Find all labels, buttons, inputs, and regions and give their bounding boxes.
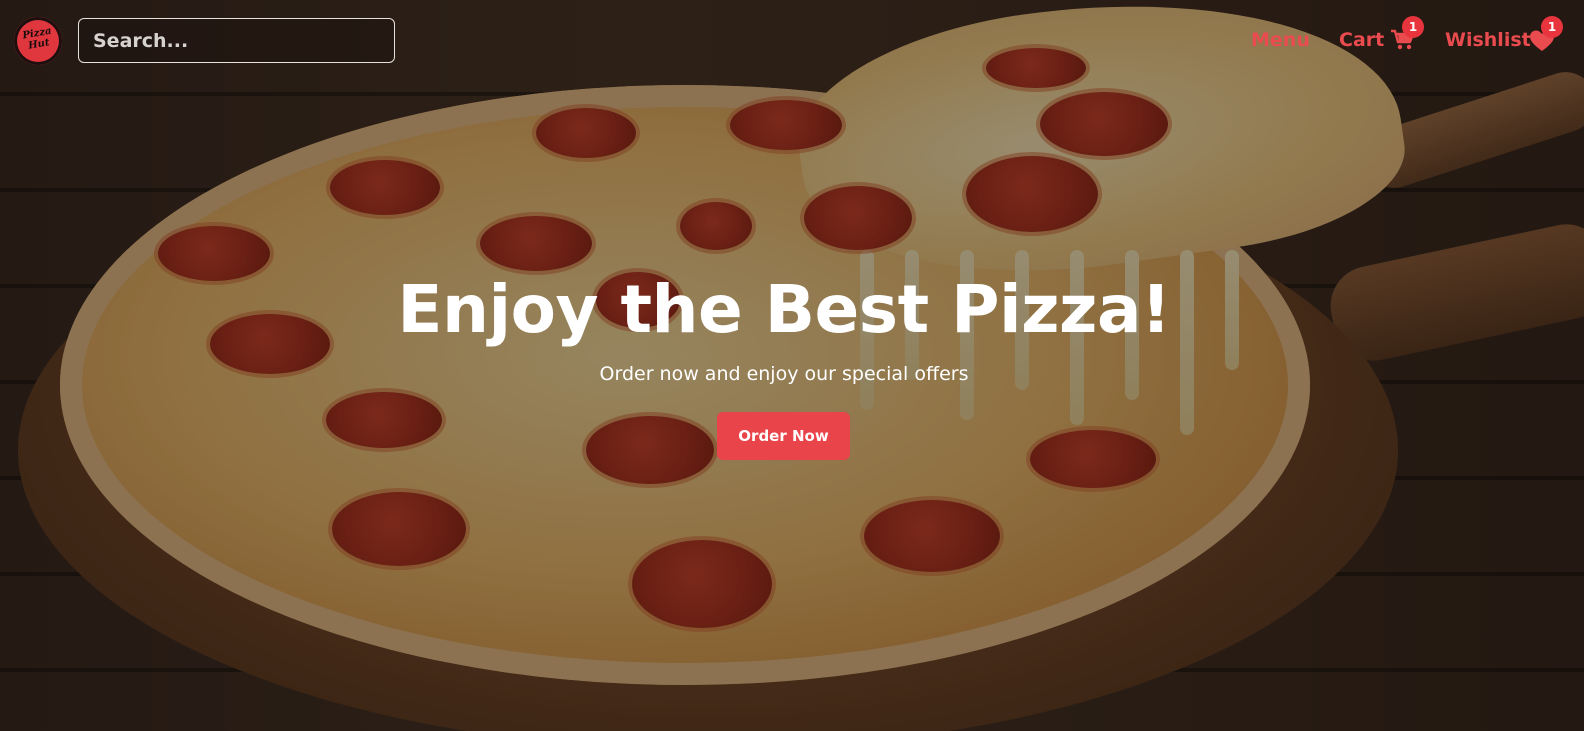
- top-navbar: Pizza Hut Menu Cart 1 Wishlist 1: [0, 0, 1584, 82]
- nav-link-cart[interactable]: Cart: [1339, 27, 1384, 53]
- cart-count-badge: 1: [1402, 16, 1424, 38]
- nav-link-menu[interactable]: Menu: [1251, 27, 1310, 53]
- order-now-button[interactable]: Order Now: [717, 412, 850, 460]
- wishlist-count-badge: 1: [1541, 16, 1563, 38]
- hero-section: Pizza Hut Menu Cart 1 Wishlist 1 Enjoy t…: [0, 0, 1584, 731]
- nav-link-wishlist[interactable]: Wishlist: [1445, 27, 1531, 53]
- search-input[interactable]: [78, 18, 395, 63]
- hero-subtitle: Order now and enjoy our special offers: [599, 363, 969, 385]
- logo-wordmark: Pizza Hut: [21, 25, 53, 52]
- brand-logo[interactable]: Pizza Hut: [14, 17, 62, 65]
- hero-title: Enjoy the Best Pizza!: [397, 271, 1171, 348]
